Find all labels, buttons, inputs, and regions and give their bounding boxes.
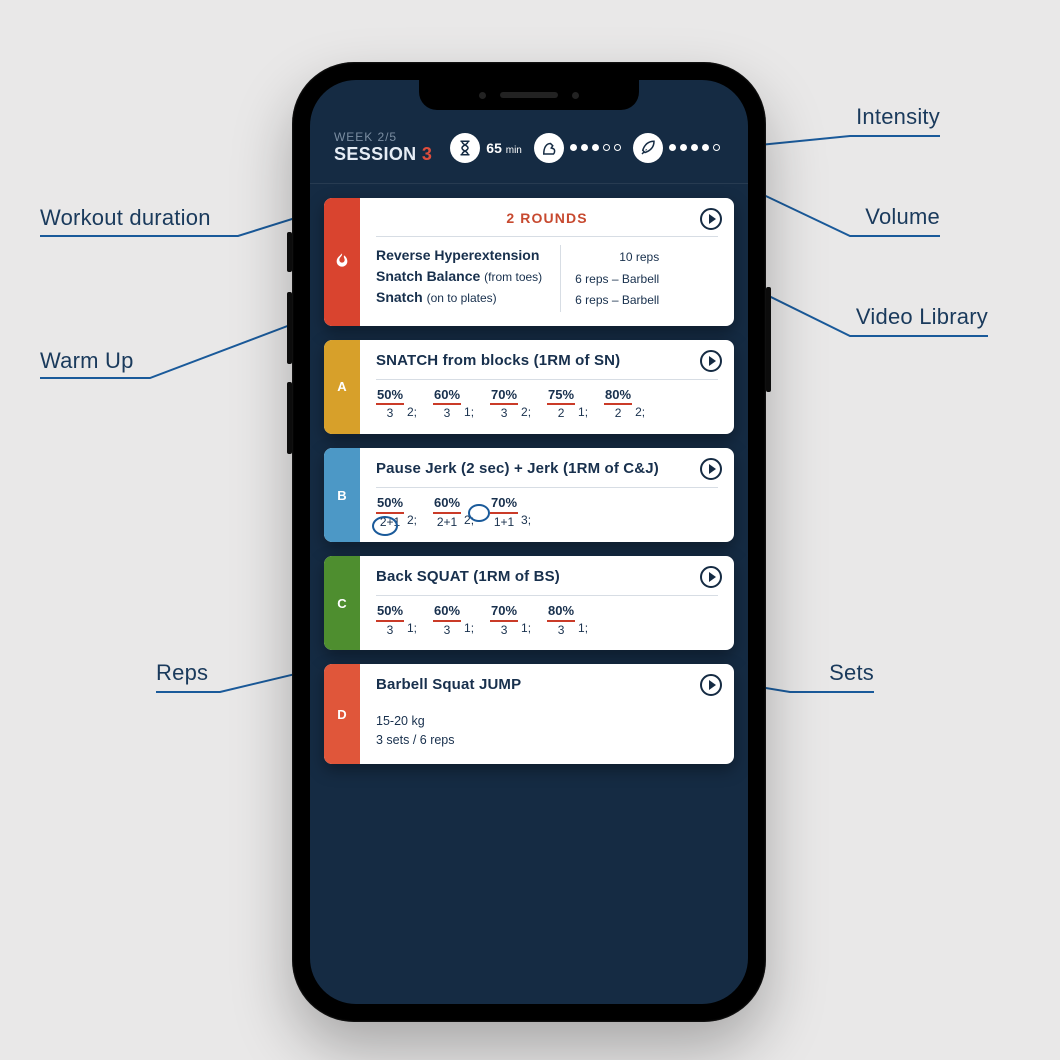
play-button[interactable] — [700, 458, 722, 480]
phone-frame: WEEK 2/5 SESSION 3 65 min — [292, 62, 766, 1022]
intensity-dots — [570, 144, 621, 151]
phone-notch — [419, 80, 639, 110]
card-warmup[interactable]: 2 ROUNDS Reverse Hyperextension Snatch B… — [324, 198, 734, 326]
card-block-c[interactable]: C Back SQUAT (1RM of BS) 50%31;60%31;70%… — [324, 556, 734, 650]
block-tag: B — [324, 448, 360, 542]
workout-list[interactable]: 2 ROUNDS Reverse Hyperextension Snatch B… — [310, 184, 748, 790]
stat-intensity — [534, 133, 621, 163]
rounds-label: 2 ROUNDS — [376, 210, 718, 226]
annotation-sets: Sets — [829, 660, 874, 686]
stat-duration: 65 min — [450, 133, 522, 163]
sets-row: 50%2+12;60%2+12;70%1+13; — [376, 496, 718, 528]
hourglass-icon — [450, 133, 480, 163]
annotation-duration: Workout duration — [40, 205, 211, 231]
warmup-exercise-descs: 10 reps 6 reps – Barbell 6 reps – Barbel… — [560, 245, 659, 312]
rocket-icon — [633, 133, 663, 163]
flame-icon — [334, 252, 350, 271]
play-button[interactable] — [700, 350, 722, 372]
exercise-title: Back SQUAT (1RM of BS) — [376, 568, 718, 585]
warmup-exercise-names: Reverse Hyperextension Snatch Balance (f… — [376, 245, 542, 312]
block-tag: D — [324, 664, 360, 764]
plain-line-1: 15-20 kg — [376, 712, 718, 731]
volume-dots — [669, 144, 720, 151]
sets-row: 50%32;60%31;70%32;75%21;80%22; — [376, 388, 718, 420]
card-block-b[interactable]: B Pause Jerk (2 sec) + Jerk (1RM of C&J)… — [324, 448, 734, 542]
play-button[interactable] — [700, 566, 722, 588]
session-title: SESSION 3 — [334, 144, 432, 165]
annotation-warmup: Warm Up — [40, 348, 134, 374]
stat-volume — [633, 133, 720, 163]
card-block-a[interactable]: A SNATCH from blocks (1RM of SN) 50%32;6… — [324, 340, 734, 434]
annotation-video: Video Library — [856, 304, 988, 330]
play-button[interactable] — [700, 208, 722, 230]
exercise-title: SNATCH from blocks (1RM of SN) — [376, 352, 718, 369]
sets-row: 50%31;60%31;70%31;80%31; — [376, 604, 718, 636]
annotation-reps: Reps — [156, 660, 208, 686]
play-button[interactable] — [700, 674, 722, 696]
block-tag: C — [324, 556, 360, 650]
muscle-icon — [534, 133, 564, 163]
annotation-volume: Volume — [865, 204, 940, 230]
card-block-d[interactable]: D Barbell Squat JUMP 15-20 kg 3 sets / 6… — [324, 664, 734, 764]
exercise-title: Barbell Squat JUMP — [376, 676, 718, 693]
week-label: WEEK 2/5 — [334, 130, 432, 144]
warmup-tab — [324, 198, 360, 326]
duration-value: 65 min — [486, 140, 522, 156]
app-screen: WEEK 2/5 SESSION 3 65 min — [310, 80, 748, 1004]
exercise-title: Pause Jerk (2 sec) + Jerk (1RM of C&J) — [376, 460, 718, 477]
block-tag: A — [324, 340, 360, 434]
annotation-intensity: Intensity — [856, 104, 940, 130]
plain-line-2: 3 sets / 6 reps — [376, 731, 718, 750]
